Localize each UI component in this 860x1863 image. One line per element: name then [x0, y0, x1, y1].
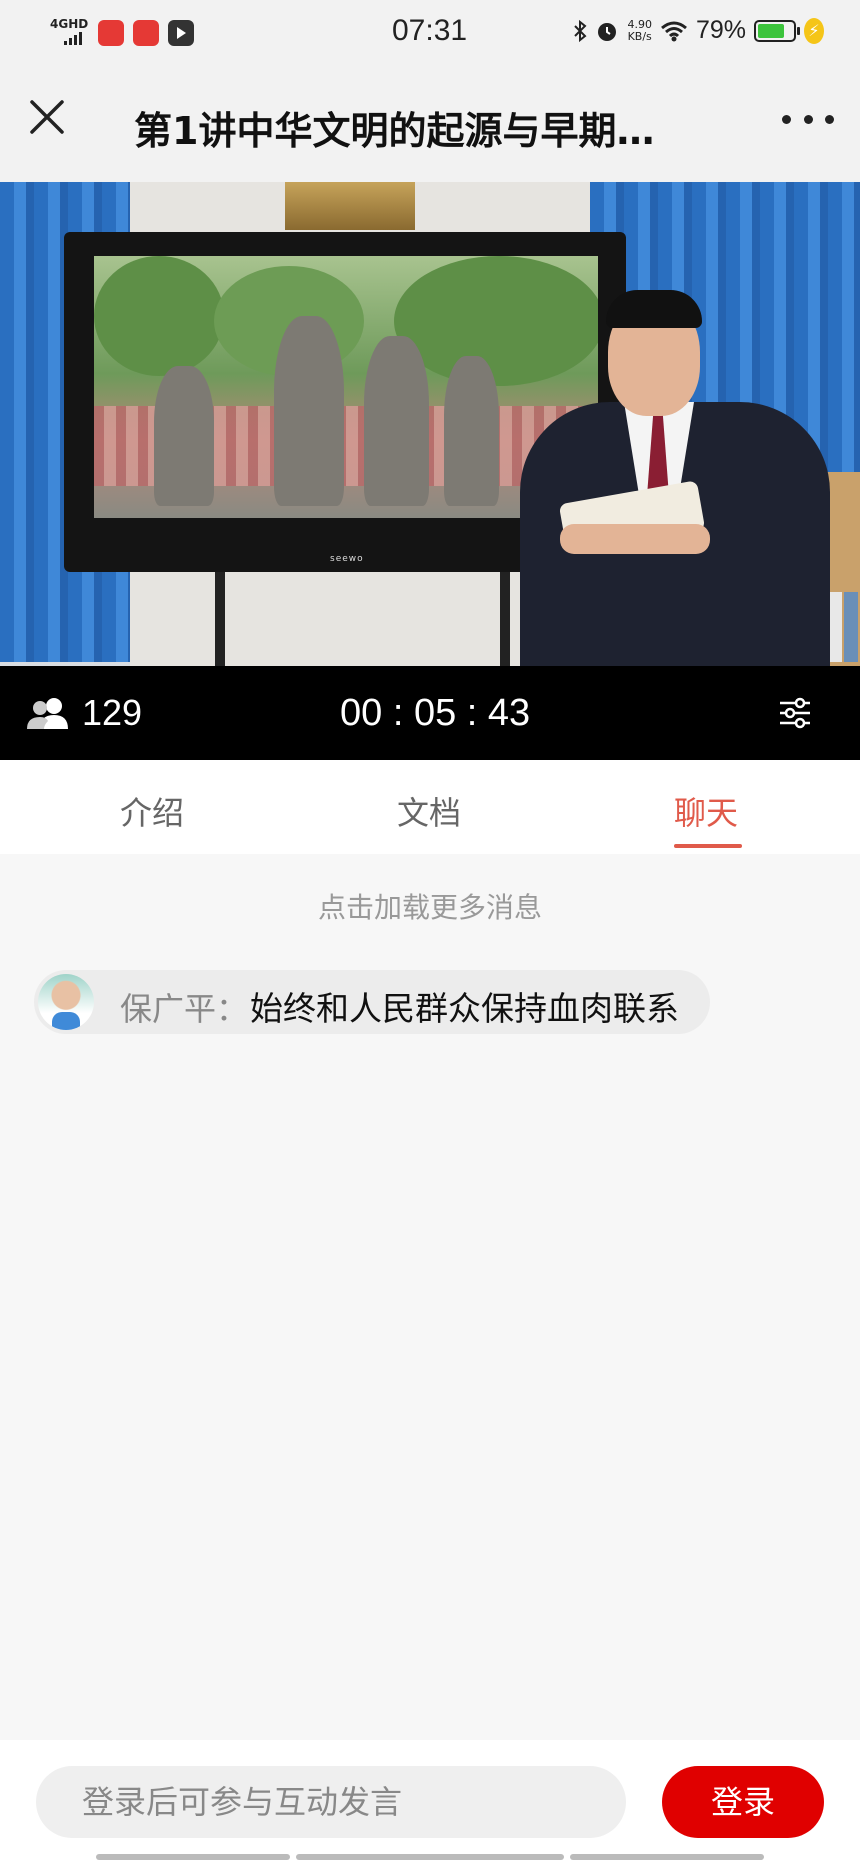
status-indicators: 4.90 KB/s 79% ⚡ [573, 16, 824, 45]
nav-indicator [570, 1854, 764, 1860]
video-controls: 129 00 : 05 : 43 [0, 666, 860, 760]
page-title: 第1讲中华文明的起源与早期… [134, 109, 655, 153]
more-button[interactable] [782, 104, 834, 134]
viewer-count: 129 [24, 692, 142, 734]
settings-button[interactable] [778, 696, 812, 730]
tab-documents[interactable]: 文档 [397, 788, 461, 834]
play-notification-icon [168, 20, 194, 46]
active-tab-indicator [674, 844, 742, 848]
more-dot-icon [782, 114, 791, 124]
presenter-hair [606, 290, 702, 328]
video-player[interactable]: seewo [0, 182, 860, 666]
sliders-icon [780, 697, 810, 729]
app-notification-icon [133, 20, 159, 46]
nav-indicator [96, 1854, 290, 1860]
bluetooth-icon [574, 19, 587, 42]
message-text: 始终和人民群众保持血肉联系 [250, 989, 679, 1028]
tab-chat[interactable]: 聊天 [674, 788, 738, 834]
clock: 07:31 [392, 14, 468, 47]
cellular-signal-icon: 4GHD [50, 18, 88, 45]
chat-input-bar: 登录 [0, 1740, 860, 1863]
tv-brand-logo: seewo [330, 554, 364, 564]
tv-stand [500, 572, 510, 666]
presenter-hands [560, 524, 710, 554]
nav-indicator [296, 1854, 564, 1860]
alarm-icon [598, 22, 617, 41]
speed-unit: KB/s [627, 29, 652, 43]
chat-input[interactable] [36, 1766, 626, 1838]
close-icon [30, 100, 64, 134]
network-speed: 4.90 KB/s [627, 17, 652, 43]
chat-message: 保广平： 始终和人民群众保持血肉联系 [34, 970, 710, 1034]
app-notification-icon [98, 20, 124, 46]
viewer-count-value: 129 [82, 692, 143, 733]
tab-bar: 介绍 文档 聊天 [0, 760, 860, 854]
message-sender: 保广平： [120, 984, 248, 1030]
speed-value: 4.90 [627, 17, 652, 31]
avatar [38, 974, 94, 1030]
login-button[interactable]: 登录 [662, 1766, 824, 1838]
elapsed-time: 00 : 05 : 43 [340, 692, 531, 734]
network-type: 4GHD [50, 17, 89, 31]
sender-separator: ： [216, 990, 249, 1028]
users-icon [27, 698, 68, 729]
sender-name: 保广平 [120, 990, 217, 1028]
battery-percent: 79% [695, 16, 746, 44]
header: 第1讲中华文明的起源与早期… [0, 68, 860, 182]
wifi-icon [660, 21, 687, 41]
more-dot-icon [803, 114, 813, 124]
battery-icon [754, 19, 800, 42]
poster [285, 182, 415, 230]
tab-intro[interactable]: 介绍 [120, 788, 184, 834]
charging-icon: ⚡ [804, 17, 824, 44]
load-more-messages[interactable]: 点击加载更多消息 [0, 886, 860, 926]
more-dot-icon [825, 114, 834, 124]
tv-stand [215, 572, 225, 666]
close-button[interactable] [22, 92, 74, 144]
status-bar: 4GHD 07:31 4.90 KB/s 79% ⚡ [0, 0, 860, 68]
